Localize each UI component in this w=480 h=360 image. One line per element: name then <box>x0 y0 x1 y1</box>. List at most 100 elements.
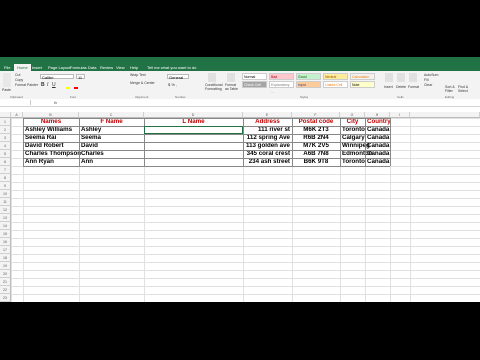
table-cell[interactable]: 111 river st <box>243 126 292 134</box>
table-cell[interactable]: Ann <box>79 158 144 166</box>
cell-style-4[interactable]: Calculation <box>350 73 375 80</box>
find-select-button[interactable]: Find & Select <box>458 85 471 93</box>
table-cell[interactable]: 112 spring Ave <box>243 134 292 142</box>
row-header-8[interactable]: 8 <box>0 174 11 182</box>
currency-icon[interactable]: $ % , <box>168 82 177 87</box>
table-cell[interactable]: Charles <box>79 150 144 158</box>
row-header-2[interactable]: 2 <box>0 126 11 134</box>
paste-button[interactable]: Paste <box>2 88 11 92</box>
fill-button[interactable]: Fill <box>424 78 428 82</box>
table-cell[interactable] <box>144 134 243 142</box>
tab-data[interactable]: Data <box>88 65 96 70</box>
table-cell[interactable]: David <box>79 142 144 150</box>
table-header-cell[interactable]: L Name <box>144 118 243 126</box>
table-header-cell[interactable]: Country <box>365 118 391 126</box>
row-header-12[interactable]: 12 <box>0 206 11 214</box>
italic-button[interactable]: I <box>47 82 48 88</box>
paste-icon[interactable] <box>3 73 11 87</box>
table-header-cell[interactable]: City <box>340 118 365 126</box>
row-header-7[interactable]: 7 <box>0 166 11 174</box>
wrap-text-button[interactable]: Wrap Text <box>130 73 146 77</box>
table-cell[interactable]: Calgary <box>340 134 365 142</box>
table-cell[interactable]: Canada <box>365 134 390 142</box>
tab-insert[interactable]: Insert <box>32 65 42 70</box>
table-cell[interactable]: Edmonton <box>340 150 373 158</box>
table-cell[interactable]: 234 ash street <box>243 158 292 166</box>
delete-cells-button[interactable]: Delete <box>396 85 406 89</box>
copy-button[interactable]: Copy <box>15 78 23 82</box>
row-header-22[interactable]: 22 <box>0 286 11 294</box>
font-name-select[interactable]: Calibri <box>40 74 74 80</box>
row-header-14[interactable]: 14 <box>0 222 11 230</box>
table-cell[interactable] <box>144 150 243 158</box>
underline-button[interactable]: U <box>52 82 56 88</box>
number-format-select[interactable]: General <box>167 74 189 80</box>
row-header-13[interactable]: 13 <box>0 214 11 222</box>
font-color-icon[interactable] <box>74 83 78 89</box>
format-cells-button[interactable]: Format <box>408 85 419 89</box>
table-cell[interactable]: Ashley <box>79 126 144 134</box>
formula-input[interactable] <box>62 100 478 105</box>
table-cell[interactable]: Canada <box>365 158 390 166</box>
fx-icon[interactable]: fx <box>54 99 57 106</box>
tab-review[interactable]: Review <box>100 65 113 70</box>
row-header-18[interactable]: 18 <box>0 254 11 262</box>
active-cell-selection[interactable] <box>144 126 243 134</box>
table-cell[interactable]: Ashley Williams <box>23 126 79 134</box>
conditional-formatting-button[interactable]: Conditional Formatting <box>205 83 223 91</box>
table-cell[interactable]: Charles Thompson <box>23 150 81 158</box>
cell-style-5[interactable]: Check Cell <box>242 81 267 88</box>
table-cell[interactable]: M6K 2T3 <box>292 126 340 134</box>
format-as-table-icon[interactable] <box>227 73 235 82</box>
row-header-4[interactable]: 4 <box>0 142 11 150</box>
name-box[interactable] <box>0 100 31 105</box>
row-header-23[interactable]: 23 <box>0 294 11 302</box>
cell-style-9[interactable]: Note <box>350 81 375 88</box>
fill-color-icon[interactable] <box>66 83 70 89</box>
table-cell[interactable]: Toronto <box>340 158 365 166</box>
bold-button[interactable]: B <box>41 82 45 88</box>
delete-cells-icon[interactable] <box>397 73 405 82</box>
clear-button[interactable]: Clear <box>424 83 432 87</box>
row-header-3[interactable]: 3 <box>0 134 11 142</box>
tab-view[interactable]: View <box>116 65 125 70</box>
row-header-6[interactable]: 6 <box>0 158 11 166</box>
table-cell[interactable]: David Robert <box>23 142 79 150</box>
row-header-21[interactable]: 21 <box>0 278 11 286</box>
row-header-19[interactable]: 19 <box>0 262 11 270</box>
format-painter-button[interactable]: Format Painter <box>15 83 38 87</box>
cell-style-1[interactable]: Bad <box>269 73 294 80</box>
cell-style-8[interactable]: Linked Cell <box>323 81 348 88</box>
row-header-20[interactable]: 20 <box>0 270 11 278</box>
merge-center-button[interactable]: Merge & Center <box>130 81 155 85</box>
table-cell[interactable]: Winnipeg <box>340 142 370 150</box>
table-cell[interactable]: 113 golden ave <box>243 142 292 150</box>
row-header-10[interactable]: 10 <box>0 190 11 198</box>
insert-cells-icon[interactable] <box>385 73 393 82</box>
table-header-cell[interactable]: Names <box>23 118 79 126</box>
row-header-17[interactable]: 17 <box>0 246 11 254</box>
insert-cells-button[interactable]: Insert <box>384 85 393 89</box>
conditional-formatting-icon[interactable] <box>208 73 216 82</box>
table-cell[interactable]: 345 coral crest <box>243 150 292 158</box>
table-cell[interactable] <box>144 142 243 150</box>
cell-area[interactable]: Names F Name L Name Address Postal code City C… <box>11 118 480 302</box>
table-cell[interactable]: Canada <box>365 126 390 134</box>
autosum-button[interactable]: AutoSum <box>424 73 438 77</box>
table-header-cell[interactable]: Address <box>243 118 292 126</box>
table-cell[interactable]: Toronto <box>340 126 365 134</box>
format-as-table-button[interactable]: Format as Table <box>225 83 239 91</box>
row-header-16[interactable]: 16 <box>0 238 11 246</box>
cell-style-3[interactable]: Neutral <box>323 73 348 80</box>
tab-file[interactable]: File <box>4 65 10 70</box>
table-cell[interactable]: Seema Rai <box>23 134 79 142</box>
cut-button[interactable]: Cut <box>15 73 20 77</box>
cell-style-6[interactable]: Explanatory ... <box>269 81 294 94</box>
row-header-9[interactable]: 9 <box>0 182 11 190</box>
cell-style-0[interactable]: Normal <box>242 73 267 80</box>
row-header-15[interactable]: 15 <box>0 230 11 238</box>
tell-me-search[interactable]: Tell me what you want to do <box>147 65 196 70</box>
table-cell[interactable]: M7K 2V5 <box>292 142 340 150</box>
tab-home[interactable]: Home <box>14 64 31 71</box>
table-cell[interactable]: A6B 7N8 <box>292 150 340 158</box>
